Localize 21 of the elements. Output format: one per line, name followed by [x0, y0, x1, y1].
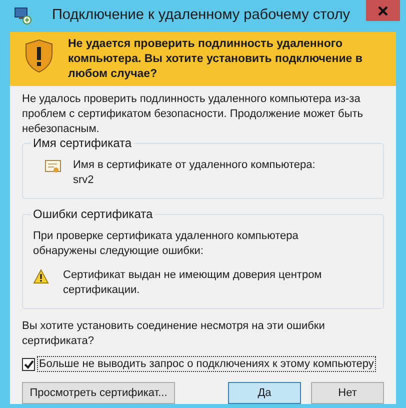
dialog-button[interactable]: Нет: [311, 382, 384, 404]
group-title: Ошибки сертификата: [31, 207, 155, 221]
window-title: Подключение к удаленному рабочему столу: [52, 6, 350, 26]
certificate-label: Имя в сертификате от удаленного компьютера:: [73, 158, 316, 173]
certificate-value: srv2: [73, 173, 95, 188]
certificate-icon: [45, 160, 61, 174]
remote-desktop-icon: [14, 7, 32, 25]
close-icon: [378, 6, 388, 16]
dialog-button[interactable]: Просмотреть сертификат...: [22, 382, 175, 404]
shield-warning-icon: [24, 39, 54, 73]
errors-description: При проверке сертификата удаленного компьютера обнаружены следующие ошибки:: [33, 229, 300, 259]
banner-text: Не удается проверить подлинность удаленного компьютера. Вы хотите установить подключение в любом случае?: [68, 37, 364, 82]
error-text: Сертификат выдан не имеющим доверия центром сертификации.: [63, 268, 323, 298]
warning-icon: [33, 269, 49, 284]
close-button[interactable]: [366, 0, 400, 21]
checkbox[interactable]: [22, 358, 35, 370]
checkmark-icon: [24, 360, 34, 368]
intro-text: Не удалось проверить подлинность удаленного компьютера из-за проблем с сертификатом безопасности. Продолжение может быть небезопасным.: [22, 92, 364, 137]
group-title: Имя сертификата: [31, 136, 134, 150]
question-text: Вы хотите установить соединение несмотря на эти ошибки сертификата?: [22, 319, 326, 349]
dialog-button[interactable]: Да: [228, 382, 301, 404]
